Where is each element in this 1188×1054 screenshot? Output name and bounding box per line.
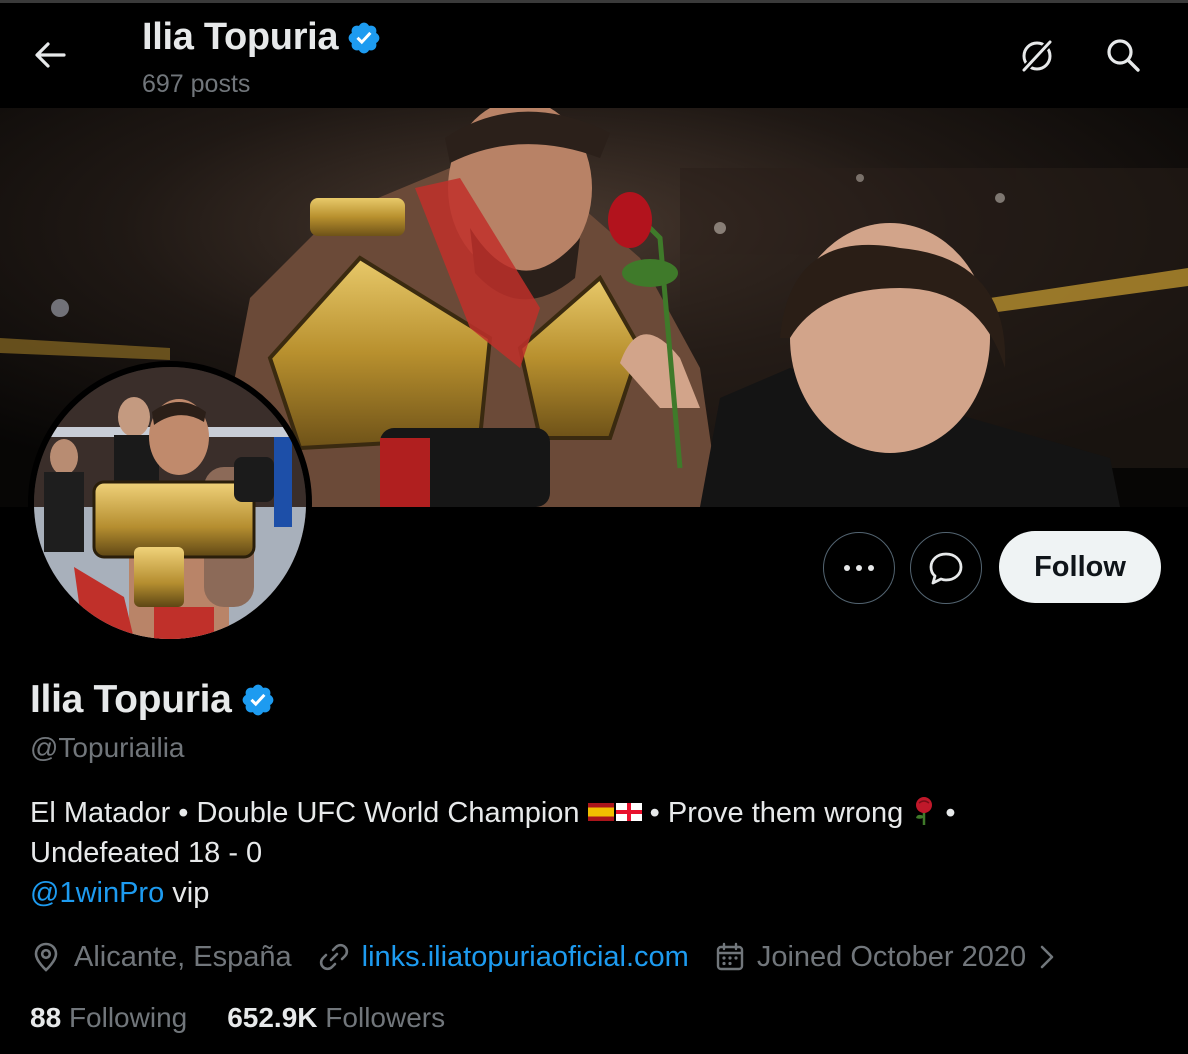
profile-meta: Alicante, España links.iliatopuriaoficia…: [30, 936, 1056, 978]
following-link[interactable]: 88 Following: [30, 1002, 187, 1034]
bio-mention-link[interactable]: @1winPro: [30, 877, 164, 909]
spain-flag-icon: [587, 803, 614, 822]
profile-handle: @Topuriailia: [30, 732, 185, 763]
profile-website[interactable]: links.iliatopuriaoficial.com: [318, 941, 689, 974]
bio-text-1: El Matador • Double UFC World Champion: [30, 797, 580, 829]
follow-button[interactable]: Follow: [999, 531, 1161, 603]
grok-icon: [1020, 38, 1054, 74]
grok-button[interactable]: [1012, 30, 1062, 80]
bio-text-3: •: [937, 797, 956, 829]
top-bar: Ilia Topuria 697 posts: [0, 0, 1188, 108]
search-icon: [1107, 39, 1140, 72]
profile-bio: El Matador • Double UFC World Champion •…: [30, 793, 1150, 913]
bio-text-2: • Prove them wrong: [641, 797, 904, 829]
calendar-icon: [716, 942, 744, 971]
verified-badge-icon[interactable]: [240, 682, 276, 718]
profile-display-name: Ilia Topuria: [30, 678, 232, 721]
following-count: 88: [30, 1002, 62, 1033]
chevron-right-icon: [1040, 945, 1054, 969]
georgia-flag-icon: [615, 803, 642, 822]
profile-stats: 88 Following 652.9K Followers: [30, 1002, 445, 1034]
rose-icon: [916, 797, 933, 826]
back-button[interactable]: [22, 32, 78, 78]
following-label: Following: [68, 1002, 188, 1033]
search-button[interactable]: [1098, 30, 1148, 80]
arrow-left-icon: [35, 42, 66, 68]
joined-text: Joined October 2020: [756, 940, 1027, 973]
profile-joined[interactable]: Joined October 2020: [715, 941, 1056, 974]
location-pin-icon: [34, 942, 58, 972]
followers-label: Followers: [325, 1002, 446, 1033]
message-button[interactable]: [910, 532, 982, 604]
more-options-button[interactable]: [823, 532, 895, 604]
avatar-photo: [34, 367, 306, 639]
message-bubble-icon: [929, 552, 963, 585]
profile-location: Alicante, España: [30, 941, 292, 974]
location-text: Alicante, España: [74, 940, 292, 973]
followers-count: 652.9K: [227, 1002, 318, 1033]
verified-badge-icon: [348, 22, 380, 53]
header-name: Ilia Topuria: [142, 16, 339, 58]
header-posts-count: 697 posts: [142, 70, 251, 98]
more-dots-icon: [844, 565, 874, 571]
bio-mention-suffix: vip: [164, 877, 210, 909]
link-icon: [319, 943, 348, 971]
header-title: Ilia Topuria: [142, 16, 382, 59]
followers-link[interactable]: 652.9K Followers: [227, 1002, 445, 1034]
profile-name: Ilia Topuria: [30, 678, 276, 722]
profile-avatar[interactable]: [28, 361, 312, 645]
bio-text-line2: Undefeated 18 - 0: [30, 837, 263, 869]
top-divider: [0, 0, 1188, 3]
website-link[interactable]: links.iliatopuriaoficial.com: [362, 941, 689, 974]
